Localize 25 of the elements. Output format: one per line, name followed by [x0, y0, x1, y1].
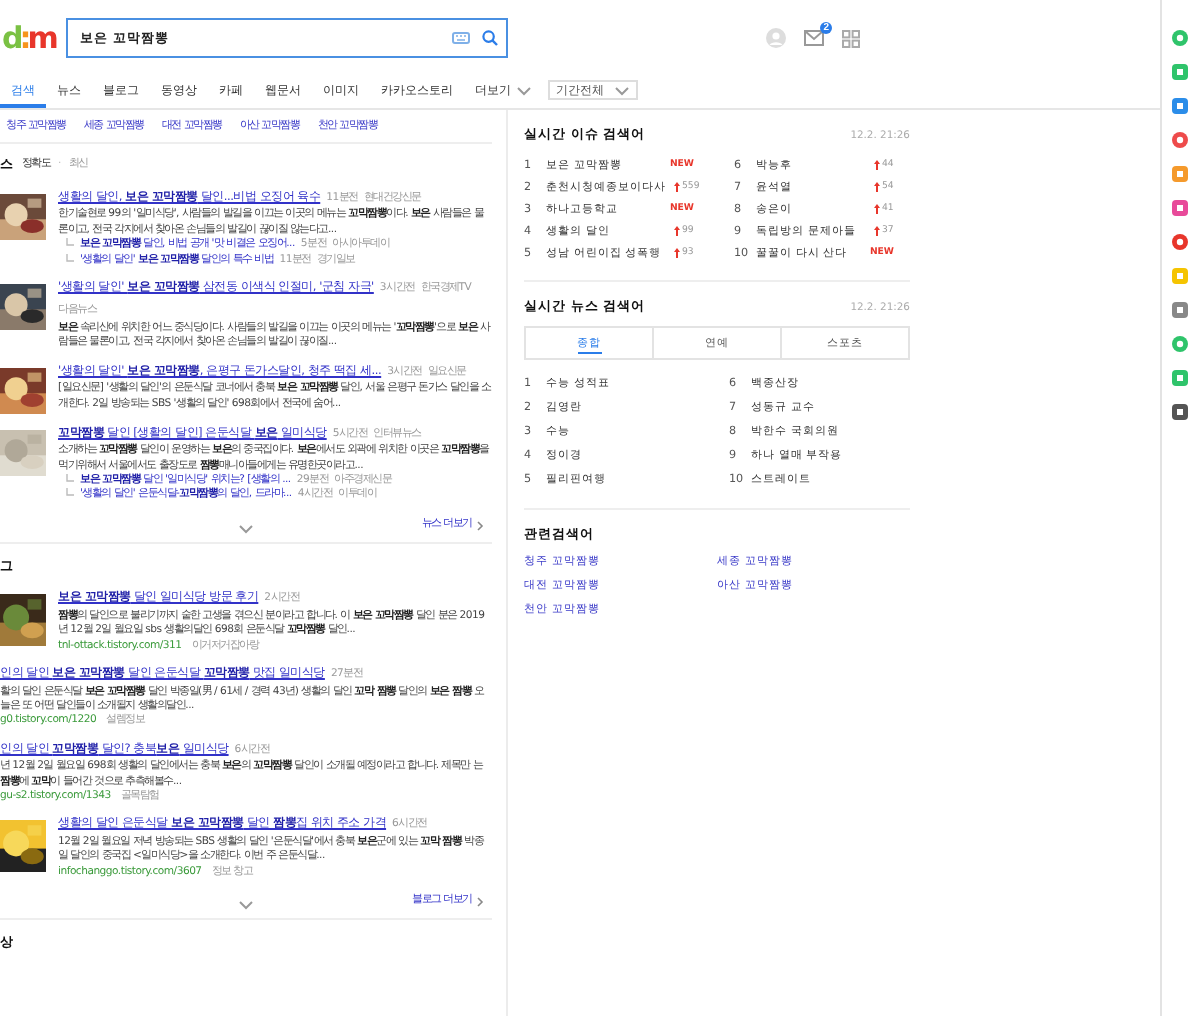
chevron-icon	[476, 895, 484, 908]
keyboard-icon[interactable]	[452, 32, 470, 44]
caret-icon	[614, 85, 630, 95]
app-shortcut-icon[interactable]	[1172, 98, 1188, 114]
up-arrow-icon	[874, 226, 880, 236]
up-arrow-icon	[874, 204, 880, 214]
logo[interactable]: d:m	[2, 20, 62, 56]
apps-grid-icon[interactable]	[842, 29, 860, 47]
up-arrow-icon	[874, 160, 880, 170]
expand-chevron-icon	[238, 900, 254, 911]
app-shortcut-icon[interactable]	[1172, 302, 1188, 318]
up-arrow-icon	[674, 248, 680, 258]
app-shortcut-icon[interactable]	[1172, 404, 1188, 420]
mail-icon[interactable]	[804, 30, 824, 46]
up-arrow-icon	[874, 182, 880, 192]
app-shortcut-icon[interactable]	[1172, 234, 1188, 250]
chevron-icon	[476, 519, 484, 532]
expand-chevron-icon	[238, 523, 254, 534]
app-shortcut-icon[interactable]	[1172, 132, 1188, 148]
up-arrow-icon	[674, 182, 680, 192]
user-icon[interactable]	[766, 28, 786, 48]
app-shortcut-icon[interactable]	[1172, 200, 1188, 216]
up-arrow-icon	[674, 226, 680, 236]
search-icon[interactable]	[482, 30, 498, 46]
caret-icon	[515, 85, 531, 95]
